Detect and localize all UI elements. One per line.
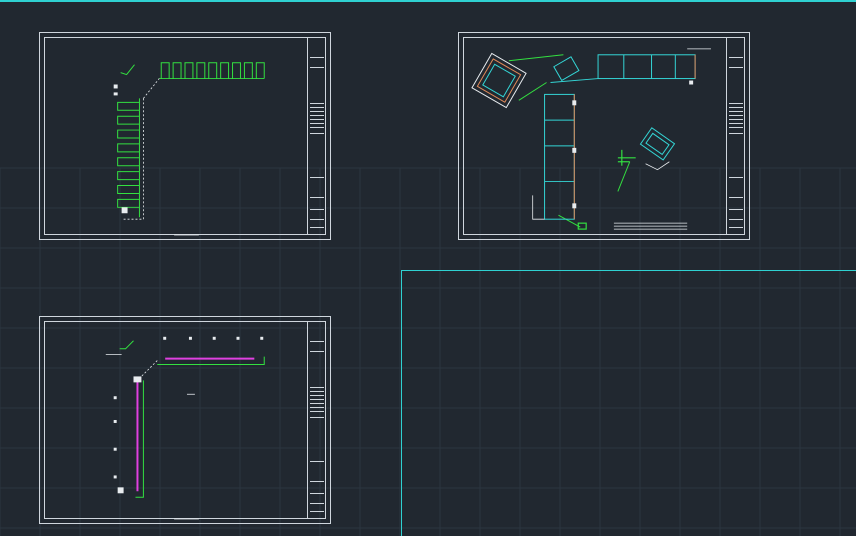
layout-viewport-frame[interactable] [401, 270, 856, 536]
sheet-1-drawing [113, 62, 265, 236]
top-edge-line [0, 0, 856, 2]
sheet-3-drawing [105, 336, 265, 520]
drawing-sheet-3[interactable] [39, 316, 331, 524]
sheet-2-drawing [471, 48, 711, 230]
cad-model-viewport[interactable] [0, 0, 856, 536]
drawing-sheet-1[interactable] [39, 32, 331, 240]
drawing-sheet-2[interactable] [458, 32, 750, 240]
